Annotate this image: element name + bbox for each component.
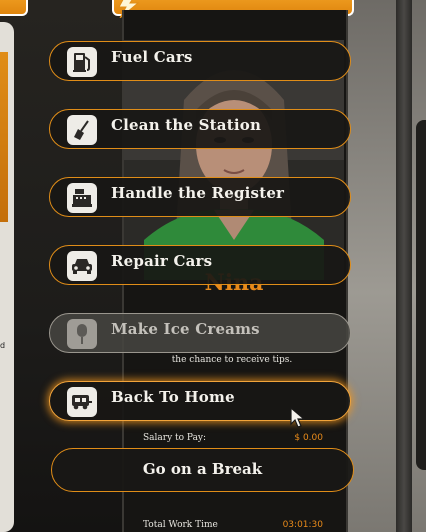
salary-value: $ 0.00 [294,433,323,443]
total-work-value: 03:01:30 [282,520,323,530]
camper-van-icon [67,387,97,417]
repair-cars-label: Repair Cars [111,252,213,270]
broom-icon [67,115,97,145]
background-left-text: d [0,341,6,350]
go-on-break-button[interactable]: Go on a Break [51,448,354,492]
clean-station-label: Clean the Station [111,116,262,134]
clean-station-button[interactable]: Clean the Station [49,109,351,149]
cash-register-icon [67,183,97,213]
make-ice-creams-button[interactable]: Make Ice Creams [49,313,351,353]
back-to-home-label: Back To Home [111,388,235,406]
top-banner-left [0,0,28,16]
background-right-pole [396,0,412,532]
fuel-pump-icon [67,47,97,77]
background-left-card-stripe [0,52,8,222]
handle-register-label: Handle the Register [111,184,285,202]
mouse-cursor-icon [290,407,306,428]
background-left-card [0,22,14,532]
ice-cream-icon [67,319,97,349]
fuel-cars-label: Fuel Cars [111,48,193,66]
repair-cars-button[interactable]: Repair Cars [49,245,351,285]
background-right-panel [416,120,426,470]
make-ice-creams-label: Make Ice Creams [111,320,260,338]
total-work-label: Total Work Time [143,520,218,530]
handle-register-button[interactable]: Handle the Register [49,177,351,217]
salary-label: Salary to Pay: [143,433,207,443]
go-on-break-label: Go on a Break [142,460,263,478]
car-icon [67,251,97,281]
character-description: the chance to receive tips. [171,355,293,365]
fuel-cars-button[interactable]: Fuel Cars [49,41,351,81]
